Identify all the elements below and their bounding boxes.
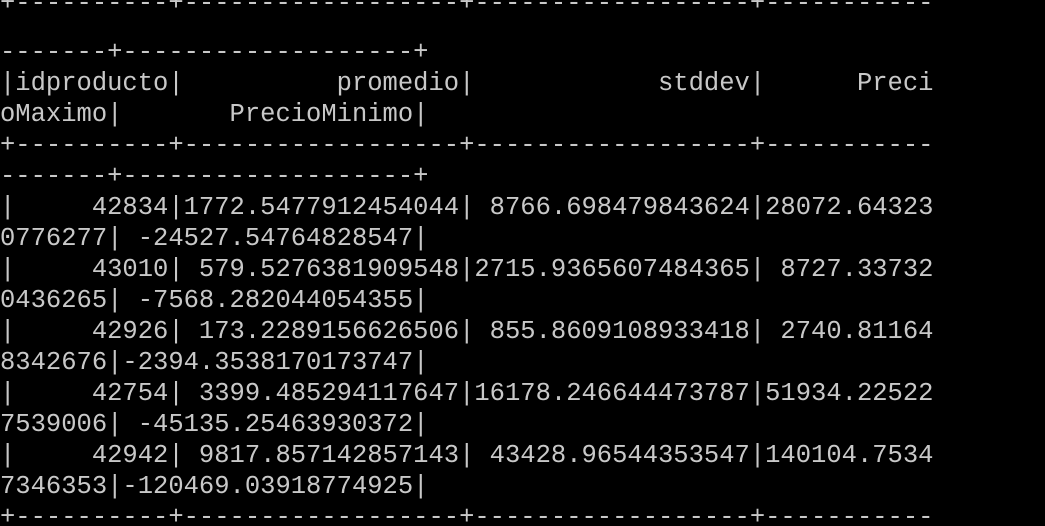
table-row-wrap: 7346353|-120469.03918774925| <box>0 472 429 501</box>
table-row: | 42754| 3399.485294117647|16178.2466444… <box>0 379 934 408</box>
table-header-row: |idproducto| promedio| stddev| Preci <box>0 69 934 98</box>
table-border-bottom: +----------+------------------+---------… <box>0 503 934 526</box>
table-row: | 42926| 173.2289156626506| 855.86091089… <box>0 317 934 346</box>
table-border-top-wrap: -------+-------------------+ <box>0 38 429 67</box>
table-row-wrap: 7539006| -45135.25463930372| <box>0 410 429 439</box>
table-row-wrap: 8342676|-2394.3538170173747| <box>0 348 429 377</box>
table-border-top: +----------+------------------+---------… <box>0 0 934 18</box>
table-row-wrap: 0436265| -7568.282044054355| <box>0 286 429 315</box>
table-row: | 42834|1772.5477912454044| 8766.6984798… <box>0 193 934 222</box>
terminal-window[interactable]: +----------+------------------+---------… <box>0 0 1045 526</box>
table-row: | 42942| 9817.857142857143| 43428.965443… <box>0 441 934 470</box>
table-header-separator-wrap: -------+-------------------+ <box>0 162 429 191</box>
table-header-separator: +----------+------------------+---------… <box>0 131 934 160</box>
table-header-row-wrap: oMaximo| PrecioMinimo| <box>0 100 429 129</box>
table-row: | 43010| 579.5276381909548|2715.93656074… <box>0 255 934 284</box>
table-row-wrap: 0776277| -24527.54764828547| <box>0 224 429 253</box>
